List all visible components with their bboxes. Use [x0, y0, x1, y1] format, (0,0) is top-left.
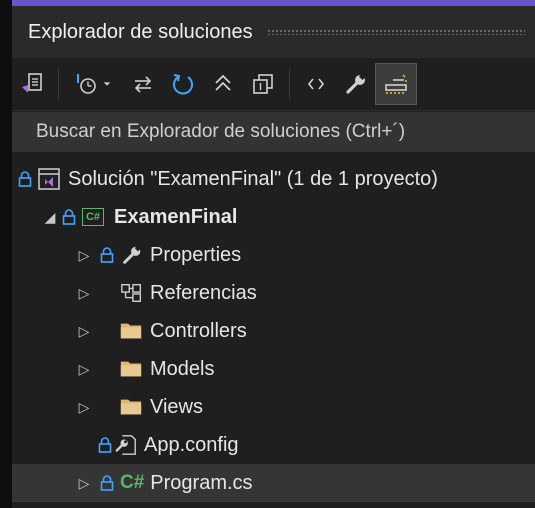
expanded-chevron-icon[interactable]: ◢: [42, 209, 58, 226]
item-label: App.config: [144, 433, 239, 456]
code-brackets-icon: [307, 78, 325, 90]
refresh-button[interactable]: [163, 64, 203, 104]
lock-icon: [62, 209, 76, 225]
item-label: Controllers: [150, 319, 247, 342]
wrench-icon: [346, 72, 367, 94]
show-all-files-icon: [253, 74, 273, 94]
csharp-file-icon: C#: [120, 472, 145, 493]
show-all-files-button[interactable]: [243, 64, 283, 104]
lock-icon: [98, 437, 112, 453]
history-clock-icon: [77, 74, 96, 94]
wrench-icon: [123, 244, 142, 264]
left-edge: [0, 0, 12, 508]
tree-item-controllers[interactable]: ▷ Controllers: [12, 312, 535, 350]
collapse-all-button[interactable]: [203, 64, 243, 104]
item-label: Referencias: [150, 281, 257, 304]
tree-item-solution[interactable]: Solución "ExamenFinal" (1 de 1 proyecto): [12, 160, 535, 198]
pending-changes-filter-button[interactable]: [65, 64, 123, 104]
tree-item-properties[interactable]: ▷ Properties: [12, 236, 535, 274]
tree-item-project[interactable]: ◢ C# ExamenFinal: [12, 198, 535, 236]
collapsed-chevron-icon[interactable]: ▷: [76, 285, 92, 302]
collapsed-chevron-icon[interactable]: ▷: [76, 323, 92, 340]
lock-icon: [18, 171, 32, 187]
preview-selected-items-button[interactable]: [375, 63, 417, 105]
tree-item-program-cs[interactable]: ▷ C# Program.cs: [12, 464, 535, 502]
tree-item-views[interactable]: ▷ Views: [12, 388, 535, 426]
lock-icon: [100, 475, 114, 491]
solution-label: Solución "ExamenFinal" (1 de 1 proyecto): [68, 167, 438, 190]
config-file-icon: [115, 435, 136, 455]
properties-button[interactable]: [336, 64, 376, 104]
toolbar: [12, 58, 535, 111]
collapsed-chevron-icon[interactable]: ▷: [76, 399, 92, 416]
references-icon: [121, 284, 141, 302]
csharp-project-icon: C#: [82, 208, 104, 226]
search-input[interactable]: [34, 120, 518, 144]
folder-icon: [120, 323, 142, 339]
search-box[interactable]: [12, 112, 535, 152]
switch-views-button[interactable]: [12, 64, 52, 104]
preview-icon: [385, 74, 407, 94]
sync-arrows-icon: [134, 76, 152, 93]
folder-icon: [120, 361, 142, 377]
item-label: Properties: [150, 243, 242, 266]
item-label: Views: [150, 395, 203, 418]
collapsed-chevron-icon[interactable]: ▷: [76, 247, 92, 264]
item-label: Models: [150, 357, 215, 380]
item-label: Program.cs: [150, 471, 253, 494]
panel-title-bar[interactable]: Explorador de soluciones: [12, 6, 535, 58]
chevron-down-icon: [103, 82, 111, 86]
project-label: ExamenFinal: [114, 205, 238, 228]
collapsed-chevron-icon[interactable]: ▷: [76, 361, 92, 378]
drag-handle[interactable]: [266, 29, 525, 35]
lock-icon: [100, 247, 114, 263]
tree-item-models[interactable]: ▷ Models: [12, 350, 535, 388]
switch-views-icon: [22, 73, 42, 93]
panel-title: Explorador de soluciones: [28, 20, 253, 43]
refresh-icon: [173, 74, 193, 95]
sync-with-active-document-button[interactable]: [123, 64, 163, 104]
tree-item-app-config[interactable]: App.config: [12, 426, 535, 464]
solution-icon: [38, 168, 60, 190]
solution-explorer-panel: Explorador de soluciones Buscar en Explo…: [0, 0, 535, 508]
toolbar-separator: [58, 68, 59, 100]
tree-item-references[interactable]: ▷ Referencias: [12, 274, 535, 312]
collapse-all-icon: [215, 74, 231, 91]
view-code-button[interactable]: [296, 64, 336, 104]
folder-icon: [120, 399, 142, 415]
collapsed-chevron-icon[interactable]: ▷: [76, 475, 92, 492]
toolbar-separator: [289, 68, 290, 100]
